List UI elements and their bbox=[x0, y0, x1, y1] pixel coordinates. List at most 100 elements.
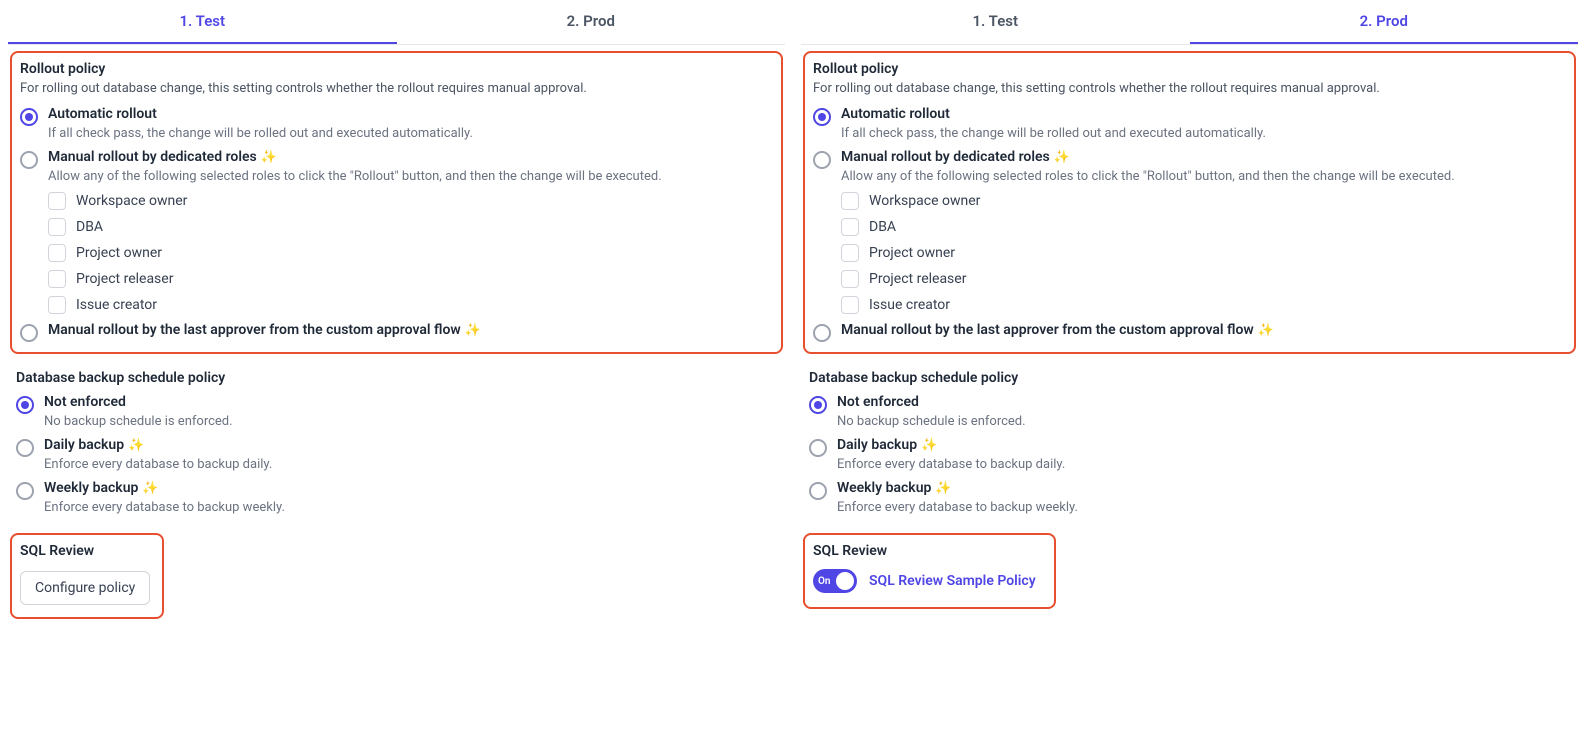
manual-last-approver-radio[interactable] bbox=[20, 324, 38, 342]
manual-last-approver-radio[interactable] bbox=[813, 324, 831, 342]
sparkle-icon: ✨ bbox=[142, 481, 158, 496]
rollout-policy-section: Rollout policy For rolling out database … bbox=[803, 51, 1576, 354]
sql-review-policy-link[interactable]: SQL Review Sample Policy bbox=[869, 573, 1036, 589]
manual-roles-label: Manual rollout by dedicated roles ✨ bbox=[48, 149, 773, 165]
sql-review-section: SQL Review On SQL Review Sample Policy bbox=[803, 533, 1056, 609]
role-label: DBA bbox=[76, 219, 103, 235]
checkbox-workspace-owner[interactable] bbox=[48, 192, 66, 210]
manual-last-approver-label: Manual rollout by the last approver from… bbox=[841, 322, 1274, 338]
role-label: Workspace owner bbox=[76, 193, 187, 209]
backup-daily-label: Daily backup ✨ bbox=[837, 437, 1065, 453]
backup-weekly-desc: Enforce every database to backup weekly. bbox=[44, 500, 285, 515]
backup-title: Database backup schedule policy bbox=[809, 370, 1570, 386]
checkbox-dba[interactable] bbox=[48, 218, 66, 236]
role-label: DBA bbox=[869, 219, 896, 235]
backup-not-enforced-radio[interactable] bbox=[16, 396, 34, 414]
backup-not-enforced-label: Not enforced bbox=[44, 394, 233, 410]
sparkle-icon: ✨ bbox=[1258, 323, 1274, 338]
checkbox-dba[interactable] bbox=[841, 218, 859, 236]
sparkle-icon: ✨ bbox=[128, 438, 144, 453]
checkbox-project-owner[interactable] bbox=[841, 244, 859, 262]
rollout-desc: For rolling out database change, this se… bbox=[20, 81, 773, 96]
checkbox-project-releaser[interactable] bbox=[841, 270, 859, 288]
manual-last-approver-option[interactable]: Manual rollout by the last approver from… bbox=[813, 322, 1566, 342]
manual-roles-desc: Allow any of the following selected role… bbox=[841, 169, 1566, 184]
backup-section: Database backup schedule policy Not enfo… bbox=[801, 360, 1578, 527]
manual-roles-desc: Allow any of the following selected role… bbox=[48, 169, 773, 184]
sparkle-icon: ✨ bbox=[935, 481, 951, 496]
roles-checklist: Workspace owner DBA Project owner Projec… bbox=[841, 192, 1566, 314]
manual-last-approver-option[interactable]: Manual rollout by the last approver from… bbox=[20, 322, 773, 342]
manual-roles-radio[interactable] bbox=[20, 151, 38, 169]
rollout-policy-section: Rollout policy For rolling out database … bbox=[10, 51, 783, 354]
manual-roles-radio[interactable] bbox=[813, 151, 831, 169]
auto-rollout-option[interactable]: Automatic rollout If all check pass, the… bbox=[813, 106, 1566, 141]
rollout-desc: For rolling out database change, this se… bbox=[813, 81, 1566, 96]
auto-rollout-label: Automatic rollout bbox=[48, 106, 473, 122]
toggle-knob bbox=[836, 572, 854, 590]
manual-roles-option[interactable]: Manual rollout by dedicated roles ✨ Allo… bbox=[20, 149, 773, 314]
role-label: Project owner bbox=[76, 245, 162, 261]
rollout-title: Rollout policy bbox=[20, 61, 773, 77]
backup-not-enforced-option[interactable]: Not enforced No backup schedule is enfor… bbox=[16, 394, 777, 429]
backup-weekly-option[interactable]: Weekly backup ✨ Enforce every database t… bbox=[16, 480, 777, 515]
auto-rollout-label: Automatic rollout bbox=[841, 106, 1266, 122]
backup-daily-option[interactable]: Daily backup ✨ Enforce every database to… bbox=[16, 437, 777, 472]
backup-weekly-option[interactable]: Weekly backup ✨ Enforce every database t… bbox=[809, 480, 1570, 515]
backup-daily-option[interactable]: Daily backup ✨ Enforce every database to… bbox=[809, 437, 1570, 472]
sparkle-icon: ✨ bbox=[921, 438, 937, 453]
sql-review-title: SQL Review bbox=[813, 543, 1036, 559]
backup-weekly-label: Weekly backup ✨ bbox=[44, 480, 285, 496]
configure-policy-button[interactable]: Configure policy bbox=[20, 571, 150, 605]
manual-roles-option[interactable]: Manual rollout by dedicated roles ✨ Allo… bbox=[813, 149, 1566, 314]
backup-not-enforced-option[interactable]: Not enforced No backup schedule is enfor… bbox=[809, 394, 1570, 429]
backup-not-enforced-desc: No backup schedule is enforced. bbox=[44, 414, 233, 429]
auto-rollout-radio[interactable] bbox=[20, 108, 38, 126]
role-label: Issue creator bbox=[869, 297, 950, 313]
sparkle-icon: ✨ bbox=[465, 323, 481, 338]
rollout-title: Rollout policy bbox=[813, 61, 1566, 77]
tabs-right: 1. Test 2. Prod bbox=[801, 0, 1578, 45]
tab-test[interactable]: 1. Test bbox=[801, 0, 1190, 44]
sql-review-toggle[interactable]: On bbox=[813, 569, 857, 593]
backup-daily-desc: Enforce every database to backup daily. bbox=[44, 457, 272, 472]
checkbox-project-owner[interactable] bbox=[48, 244, 66, 262]
auto-rollout-option[interactable]: Automatic rollout If all check pass, the… bbox=[20, 106, 773, 141]
role-label: Project owner bbox=[869, 245, 955, 261]
backup-not-enforced-label: Not enforced bbox=[837, 394, 1026, 410]
checkbox-project-releaser[interactable] bbox=[48, 270, 66, 288]
panel-left: 1. Test 2. Prod Rollout policy For rolli… bbox=[0, 0, 793, 625]
sparkle-icon: ✨ bbox=[261, 150, 277, 165]
role-label: Project releaser bbox=[76, 271, 173, 287]
tab-test[interactable]: 1. Test bbox=[8, 0, 397, 44]
checkbox-issue-creator[interactable] bbox=[48, 296, 66, 314]
backup-weekly-desc: Enforce every database to backup weekly. bbox=[837, 500, 1078, 515]
tab-prod[interactable]: 2. Prod bbox=[1190, 0, 1579, 44]
role-label: Project releaser bbox=[869, 271, 966, 287]
backup-weekly-label: Weekly backup ✨ bbox=[837, 480, 1078, 496]
backup-daily-radio[interactable] bbox=[16, 439, 34, 457]
auto-rollout-desc: If all check pass, the change will be ro… bbox=[841, 126, 1266, 141]
sql-review-title: SQL Review bbox=[20, 543, 150, 559]
manual-last-approver-label: Manual rollout by the last approver from… bbox=[48, 322, 481, 338]
auto-rollout-radio[interactable] bbox=[813, 108, 831, 126]
backup-daily-label: Daily backup ✨ bbox=[44, 437, 272, 453]
sql-review-section: SQL Review Configure policy bbox=[10, 533, 164, 619]
backup-not-enforced-desc: No backup schedule is enforced. bbox=[837, 414, 1026, 429]
role-label: Workspace owner bbox=[869, 193, 980, 209]
backup-daily-radio[interactable] bbox=[809, 439, 827, 457]
tabs-left: 1. Test 2. Prod bbox=[8, 0, 785, 45]
checkbox-issue-creator[interactable] bbox=[841, 296, 859, 314]
auto-rollout-desc: If all check pass, the change will be ro… bbox=[48, 126, 473, 141]
backup-weekly-radio[interactable] bbox=[16, 482, 34, 500]
backup-title: Database backup schedule policy bbox=[16, 370, 777, 386]
backup-not-enforced-radio[interactable] bbox=[809, 396, 827, 414]
backup-weekly-radio[interactable] bbox=[809, 482, 827, 500]
tab-prod[interactable]: 2. Prod bbox=[397, 0, 786, 44]
panel-right: 1. Test 2. Prod Rollout policy For rolli… bbox=[793, 0, 1586, 625]
sparkle-icon: ✨ bbox=[1054, 150, 1070, 165]
backup-section: Database backup schedule policy Not enfo… bbox=[8, 360, 785, 527]
role-label: Issue creator bbox=[76, 297, 157, 313]
checkbox-workspace-owner[interactable] bbox=[841, 192, 859, 210]
roles-checklist: Workspace owner DBA Project owner Projec… bbox=[48, 192, 773, 314]
